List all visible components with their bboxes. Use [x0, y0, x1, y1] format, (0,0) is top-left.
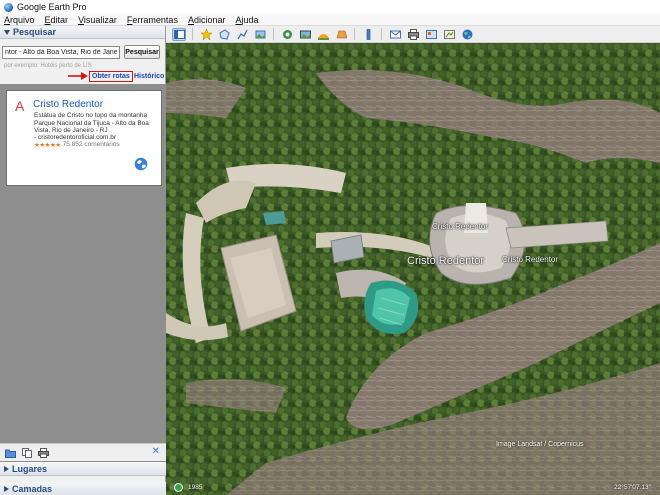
places-panel[interactable]: Lugares [0, 462, 166, 476]
coordinates-readout: 22°57'07.13" [614, 484, 651, 491]
toolbar-separator [192, 28, 193, 40]
result-marker-a: A [15, 98, 25, 114]
result-title-link[interactable]: Cristo Redentor [33, 99, 103, 110]
search-panel-header[interactable]: Pesquisar [0, 26, 165, 39]
main-toolbar [166, 26, 660, 43]
save-image-icon [425, 29, 437, 39]
save-image-button[interactable] [424, 28, 438, 41]
places-panel-header[interactable]: Lugares [0, 462, 166, 476]
path-icon [236, 29, 248, 39]
result-rating: ★★★★★ 75.852 comentários [34, 141, 120, 149]
add-image-overlay-button[interactable] [253, 28, 267, 41]
toolbar-separator [273, 28, 274, 40]
layers-panel-header[interactable]: Camadas [0, 482, 166, 495]
close-search-icon[interactable]: ✕ [152, 446, 160, 457]
placemark-icon [200, 28, 212, 40]
print-icon [407, 28, 419, 40]
folder-icon[interactable] [5, 448, 16, 458]
collapse-triangle-icon [4, 29, 10, 35]
earth-icon [462, 29, 472, 39]
menu-bar: Arquivo Editar Visualizar Ferramentas Ad… [0, 14, 660, 26]
search-result-card[interactable]: A Cristo Redentor Estátua de Cristo no t… [6, 90, 162, 186]
menu-adicionar[interactable]: Adicionar [188, 15, 226, 25]
search-results-area: A Cristo Redentor Estátua de Cristo no t… [0, 84, 166, 464]
ruler-button[interactable] [361, 28, 375, 41]
layers-panel-title: Camadas [12, 483, 53, 494]
window-title: Google Earth Pro [17, 2, 87, 12]
image-overlay-icon [255, 30, 265, 38]
email-icon [389, 30, 401, 38]
polygon-icon [218, 28, 230, 40]
ruler-icon [366, 28, 370, 40]
sunlight-icon [317, 33, 329, 40]
toolbar-separator [354, 28, 355, 40]
get-directions-link[interactable]: Obter rotas [89, 71, 133, 82]
record-tour-icon [282, 29, 292, 39]
menu-editar[interactable]: Editar [45, 15, 69, 25]
3d-map-view[interactable]: Cristo Redentor Cristo Redentor Cristo R… [166, 43, 660, 495]
red-arrow-icon [68, 72, 88, 80]
add-path-button[interactable] [235, 28, 249, 41]
search-button[interactable]: Pesquisar [124, 45, 160, 59]
map-label-cristo-redentor-left[interactable]: Cristo Redentor [432, 222, 488, 231]
expand-triangle-icon [4, 465, 9, 472]
globe-icon[interactable] [134, 157, 148, 171]
review-count: 75.852 comentários [62, 141, 120, 148]
search-panel-toolbar: ✕ [0, 443, 166, 461]
map-label-cristo-redentor-right[interactable]: Cristo Redentor [502, 255, 558, 264]
add-polygon-button[interactable] [217, 28, 231, 41]
menu-visualizar[interactable]: Visualizar [78, 15, 117, 25]
add-placemark-button[interactable] [199, 28, 213, 41]
layers-panel[interactable]: Camadas [0, 482, 166, 495]
print-button[interactable] [406, 28, 420, 41]
google-earth-app-icon [4, 2, 13, 12]
menu-arquivo[interactable]: Arquivo [4, 15, 35, 25]
sidebar-toggle-icon [173, 29, 185, 39]
title-bar: Google Earth Pro [0, 0, 660, 14]
result-description: Estátua de Cristo no topo da montanha Pa… [34, 112, 149, 134]
email-button[interactable] [388, 28, 402, 41]
toolbar-separator [381, 28, 382, 40]
search-hint: por exemplo: Hotéis perto de LIS [4, 63, 92, 69]
earth-button[interactable] [460, 28, 474, 41]
sidebar: Pesquisar Pesquisar por exemplo: Hotéis … [0, 26, 166, 495]
sidebar-toggle-button[interactable] [172, 27, 186, 41]
historical-imagery-status-icon[interactable] [174, 483, 183, 492]
planets-icon [336, 30, 347, 38]
copy-icon[interactable] [22, 447, 32, 458]
sunlight-button[interactable] [316, 28, 330, 41]
satellite-imagery [166, 43, 660, 495]
imagery-credits: Image Landsat / Copernicus [496, 441, 584, 448]
record-tour-button[interactable] [280, 28, 294, 41]
history-link[interactable]: Histórico [134, 73, 164, 80]
search-links-row: Obter rotas Histórico [0, 70, 166, 84]
print-icon[interactable] [38, 447, 49, 458]
historical-imagery-button[interactable] [298, 28, 312, 41]
search-row: Pesquisar [2, 45, 160, 59]
menu-ferramentas[interactable]: Ferramentas [127, 15, 178, 25]
search-input[interactable] [2, 45, 120, 59]
map-label-cristo-redentor-main[interactable]: Cristo Redentor [407, 255, 484, 267]
expand-triangle-icon [4, 485, 9, 492]
historical-imagery-icon [299, 30, 311, 38]
places-panel-title: Lugares [12, 463, 48, 474]
planets-button[interactable] [334, 28, 348, 41]
view-in-maps-icon [443, 29, 455, 39]
rating-stars: ★★★★★ [34, 142, 61, 149]
menu-ajuda[interactable]: Ajuda [236, 15, 259, 25]
result-url[interactable]: - cristoredentoroficial.com.br [34, 134, 116, 141]
search-panel-title: Pesquisar [13, 27, 57, 37]
imagery-year: 1985 [188, 484, 203, 491]
view-in-maps-button[interactable] [442, 28, 456, 41]
